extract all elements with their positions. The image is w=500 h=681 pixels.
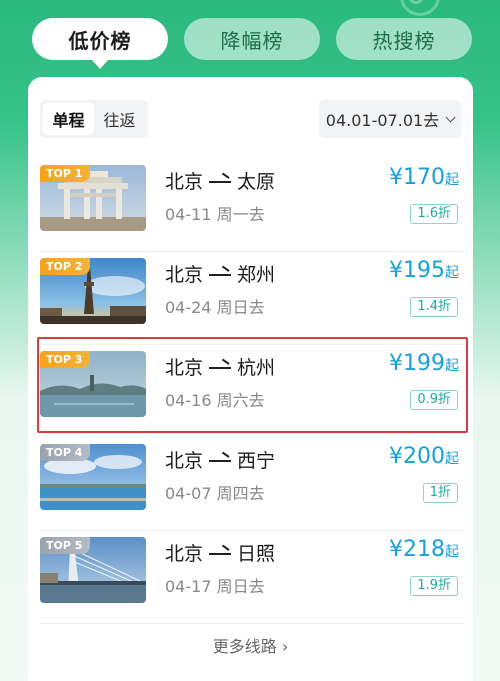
rank-badge: TOP 1 <box>40 165 91 182</box>
route-cities: 北京 杭州 <box>165 353 275 380</box>
lake-sky-photo: TOP 4 <box>40 444 146 510</box>
destination-city: 西宁 <box>237 450 276 472</box>
route-cities: 北京 郑州 <box>165 260 275 287</box>
tab-hot-search[interactable]: 热搜榜 <box>336 18 472 60</box>
departure-date: 04-07 周四去 <box>165 484 265 503</box>
price: ¥218起 <box>389 537 459 562</box>
discount-badge: 0.9折 <box>410 390 458 410</box>
price-suffix: 起 <box>445 544 459 560</box>
price-suffix: 起 <box>445 451 459 467</box>
ranking-tabs: 低价榜 降幅榜 热搜榜 <box>32 18 472 69</box>
route-cities: 北京 太原 <box>165 167 275 194</box>
arrow-right-icon <box>209 362 232 371</box>
bridge-photo: TOP 5 <box>40 537 146 603</box>
route-item[interactable]: TOP 1 北京 太原 04-11 周一去 ¥170起 1.6折 <box>40 159 465 252</box>
route-cities: 北京 日照 <box>165 539 275 566</box>
arrow-right-icon <box>209 176 232 185</box>
more-routes-label: 更多线路 <box>212 637 277 656</box>
price: ¥195起 <box>389 258 459 283</box>
one-way-option[interactable]: 单程 <box>43 103 94 135</box>
destination-city: 杭州 <box>237 357 276 379</box>
price-suffix: 起 <box>445 265 459 281</box>
arrow-right-icon <box>209 455 232 464</box>
destination-city: 郑州 <box>237 264 276 286</box>
discount-badge: 1.9折 <box>410 576 458 596</box>
price: ¥200起 <box>389 444 459 469</box>
price-value: ¥170 <box>389 165 445 190</box>
price: ¥199起 <box>389 351 459 376</box>
price-value: ¥195 <box>389 258 445 283</box>
destination-city: 日照 <box>237 543 276 565</box>
rank-badge: TOP 3 <box>40 351 91 368</box>
departure-date: 04-17 周日去 <box>165 577 265 596</box>
trip-type-toggle: 单程 往返 <box>40 100 148 138</box>
rank-badge: TOP 4 <box>40 444 91 461</box>
origin-city: 北京 <box>165 264 204 286</box>
origin-city: 北京 <box>165 450 204 472</box>
origin-city: 北京 <box>165 171 204 193</box>
route-item[interactable]: TOP 3 北京 杭州 04-16 周六去 ¥199起 0.9折 <box>37 337 468 438</box>
price-suffix: 起 <box>445 172 459 188</box>
discount-badge: 1.4折 <box>410 297 458 317</box>
price: ¥170起 <box>389 165 459 190</box>
route-item[interactable]: TOP 2 北京 郑州 04-24 周日去 ¥195起 1.4折 <box>40 252 465 345</box>
route-cities: 北京 西宁 <box>165 446 275 473</box>
ranking-card: 单程 往返 04.01-07.01去 TOP 1 北京 太原 04-11 周一去… <box>28 77 473 681</box>
price-value: ¥200 <box>389 444 445 469</box>
rank-badge: TOP 2 <box>40 258 91 275</box>
discount-badge: 1.6折 <box>410 204 458 224</box>
date-range-selector[interactable]: 04.01-07.01去 <box>319 100 461 138</box>
chevron-down-icon <box>445 112 456 122</box>
price-value: ¥199 <box>389 351 445 376</box>
origin-city: 北京 <box>165 357 204 379</box>
arrow-right-icon <box>209 548 232 557</box>
arrow-right-icon <box>209 269 232 278</box>
departure-date: 04-16 周六去 <box>165 391 265 410</box>
lake-photo: TOP 3 <box>40 351 146 417</box>
price-suffix: 起 <box>445 358 459 374</box>
origin-city: 北京 <box>165 543 204 565</box>
date-range-label: 04.01-07.01去 <box>325 111 440 130</box>
round-trip-option[interactable]: 往返 <box>94 103 145 135</box>
archway-photo: TOP 1 <box>40 165 146 231</box>
chevron-right-icon: › <box>276 637 289 656</box>
rank-badge: TOP 5 <box>40 537 91 554</box>
more-routes-link[interactable]: 更多线路 › <box>28 633 473 657</box>
departure-date: 04-24 周日去 <box>165 298 265 317</box>
tab-low-price[interactable]: 低价榜 <box>32 18 168 69</box>
destination-city: 太原 <box>237 171 276 193</box>
tower-photo: TOP 2 <box>40 258 146 324</box>
route-item[interactable]: TOP 5 北京 日照 04-17 周日去 ¥218起 1.9折 <box>40 531 465 624</box>
route-item[interactable]: TOP 4 北京 西宁 04-07 周四去 ¥200起 1折 <box>40 438 465 531</box>
divider <box>40 623 465 624</box>
price-value: ¥218 <box>389 537 445 562</box>
tab-price-drop[interactable]: 降幅榜 <box>184 18 320 60</box>
discount-badge: 1折 <box>422 483 458 503</box>
departure-date: 04-11 周一去 <box>165 205 265 224</box>
